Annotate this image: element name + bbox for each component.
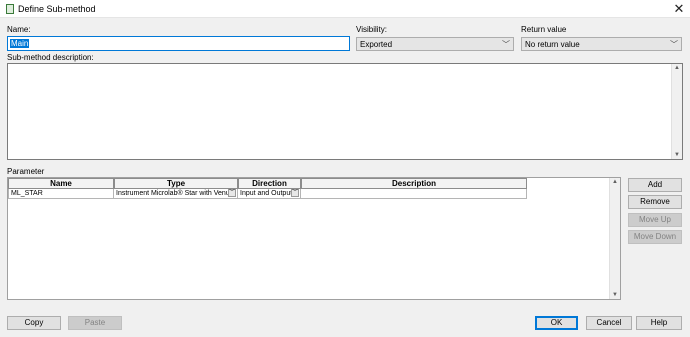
move-down-button[interactable]: Move Down [628,230,682,244]
cell-direction[interactable]: Input and Output ﹀ [238,189,301,199]
cell-type[interactable]: Instrument Microlab® Star with Venus ﹀ [114,189,238,199]
title-bar: Define Sub-method ✕ [0,0,690,18]
ok-button[interactable]: OK [535,316,578,330]
description-textarea[interactable]: ▲ ▼ [7,63,683,160]
column-header-type[interactable]: Type [114,178,238,189]
copy-button[interactable]: Copy [7,316,61,330]
cell-type-value: Instrument Microlab® Star with Venus [116,190,234,197]
parameter-label: Parameter [7,167,45,176]
column-header-direction[interactable]: Direction [238,178,301,189]
document-icon [6,4,14,14]
chevron-down-icon: ﹀ [670,40,678,49]
parameter-scrollbar[interactable]: ▲ ▼ [609,178,620,299]
description-label: Sub-method description: [7,53,94,62]
return-value-select[interactable]: No return value ﹀ [521,37,682,51]
remove-button[interactable]: Remove [628,195,682,209]
move-up-button[interactable]: Move Up [628,213,682,227]
add-button[interactable]: Add [628,178,682,192]
scroll-up-icon[interactable]: ▲ [610,179,620,185]
return-value-label: Return value [521,25,567,34]
cancel-button[interactable]: Cancel [586,316,632,330]
name-label: Name: [7,25,31,34]
name-value: Main [10,39,30,48]
visibility-value: Exported [360,40,393,49]
visibility-label: Visibility: [356,25,387,34]
chevron-down-icon: ﹀ [502,40,510,49]
chevron-down-icon[interactable]: ﹀ [228,189,236,197]
scroll-down-icon[interactable]: ▼ [672,152,682,158]
cell-name[interactable]: ML_STAR [8,189,114,199]
paste-button[interactable]: Paste [68,316,122,330]
help-button[interactable]: Help [636,316,682,330]
parameter-grid: Name Type Direction Description ML_STAR … [7,177,621,300]
column-header-description[interactable]: Description [301,178,527,189]
scroll-down-icon[interactable]: ▼ [610,292,620,298]
visibility-select[interactable]: Exported ﹀ [356,37,514,51]
close-icon[interactable]: ✕ [670,1,688,17]
window-title: Define Sub-method [18,4,96,14]
scroll-up-icon[interactable]: ▲ [672,65,682,71]
chevron-down-icon[interactable]: ﹀ [291,189,299,197]
description-scrollbar[interactable]: ▲ ▼ [671,64,682,159]
name-input[interactable]: Main [7,36,350,51]
column-header-name[interactable]: Name [8,178,114,189]
cell-description[interactable] [301,189,527,199]
cell-direction-value: Input and Output [240,190,293,197]
return-value-value: No return value [525,40,580,49]
